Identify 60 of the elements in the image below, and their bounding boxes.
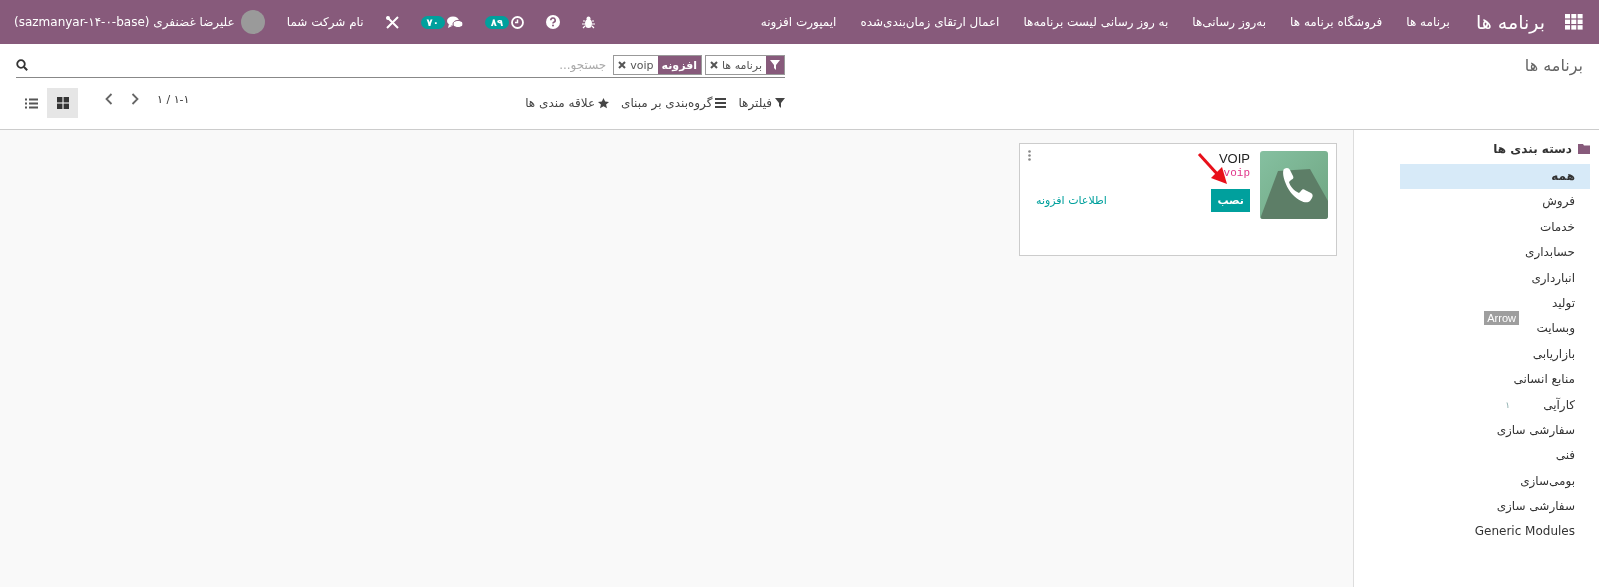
remove-icon[interactable]	[710, 61, 718, 69]
category-item[interactable]: منابع انسانی	[1513, 367, 1590, 393]
facet-value: برنامه ها	[721, 58, 763, 72]
category-item[interactable]: Generic Modules	[1474, 519, 1590, 545]
search-option-button[interactable]: علاقه مندی ها	[525, 92, 610, 114]
search-option-button[interactable]: فیلترها	[738, 92, 785, 114]
category-item[interactable]: انبارداری	[1531, 265, 1590, 291]
category-item[interactable]: همه	[1400, 164, 1590, 190]
menu-item[interactable]: فروشگاه برنامه ها	[1290, 15, 1383, 29]
category-item[interactable]: خدمات	[1539, 214, 1590, 241]
activity-count-badge: ۸۹	[484, 15, 510, 29]
app-name: VOIP	[1218, 151, 1250, 166]
phone-app-icon	[1260, 151, 1328, 219]
previous-page-icon[interactable]	[105, 93, 113, 105]
kebab-menu-icon[interactable]	[1028, 150, 1031, 161]
facet-label: افزونه	[657, 56, 701, 74]
company-switcher[interactable]: نام شرکت شما	[286, 15, 364, 29]
list-icon	[25, 97, 38, 109]
app-grid-icon[interactable]	[1565, 14, 1583, 30]
clock-icon[interactable]	[511, 15, 525, 29]
category-item[interactable]: بازاریابی	[1532, 341, 1590, 368]
next-page-icon[interactable]	[131, 93, 139, 105]
menu-item[interactable]: به روز رسانی لیست برنامه‌ها	[1023, 15, 1169, 29]
folder-icon	[1578, 144, 1590, 154]
search-option-button[interactable]: گروه‌بندی بر مبنای	[621, 92, 727, 114]
category-item[interactable]: تولید	[1551, 290, 1590, 317]
category-item[interactable]: سفارشی سازی	[1496, 417, 1590, 444]
category-item[interactable]: بومی‌سازی	[1520, 468, 1590, 495]
menu-item[interactable]: اعمال ارتقای زمان‌بندی‌شده	[860, 15, 1000, 29]
technical-name: voip	[1223, 167, 1250, 179]
menu-item[interactable]: برنامه ها	[1406, 15, 1450, 29]
facet-value: voip	[629, 58, 655, 72]
bars-icon	[715, 98, 727, 108]
sidebar-title: دسته بندی ها	[1493, 142, 1572, 156]
category-item[interactable]: فنی	[1555, 443, 1590, 469]
category-item[interactable]: سفارشی سازی	[1496, 494, 1590, 520]
user-menu[interactable]: علیرضا غضنفری (sazmanyar-۱۴-۰-base)	[14, 15, 235, 29]
tooltip: Arrow	[1484, 311, 1519, 325]
star-icon	[598, 97, 610, 109]
search-icon[interactable]	[16, 59, 28, 71]
menu-item[interactable]: ایمپورت افزونه	[760, 15, 837, 29]
messages-count-badge: ۷۰	[420, 15, 445, 29]
chat-icon[interactable]	[446, 15, 463, 29]
kanban-icon	[56, 97, 69, 109]
category-item[interactable]: وبسایت	[1536, 316, 1590, 342]
remove-icon[interactable]	[618, 61, 627, 69]
search-input[interactable]: جستجو...	[31, 58, 611, 72]
breadcrumb: برنامه ها	[1524, 56, 1583, 75]
kanban-view-button[interactable]	[47, 88, 78, 118]
help-icon[interactable]	[546, 15, 561, 29]
category-item[interactable]: فروش	[1542, 189, 1590, 215]
category-item[interactable]: حسابداری	[1525, 240, 1590, 266]
funnel-icon	[775, 98, 785, 108]
category-count: ۱	[1505, 398, 1510, 412]
tools-icon[interactable]	[385, 15, 399, 29]
bug-icon[interactable]	[582, 15, 596, 29]
funnel-icon	[770, 60, 780, 70]
menu-item[interactable]: به‌روز رسانی‌ها	[1192, 15, 1267, 29]
pager-value[interactable]: ۱-۱ / ۱	[157, 92, 190, 106]
app-title: برنامه ها	[1475, 11, 1545, 33]
